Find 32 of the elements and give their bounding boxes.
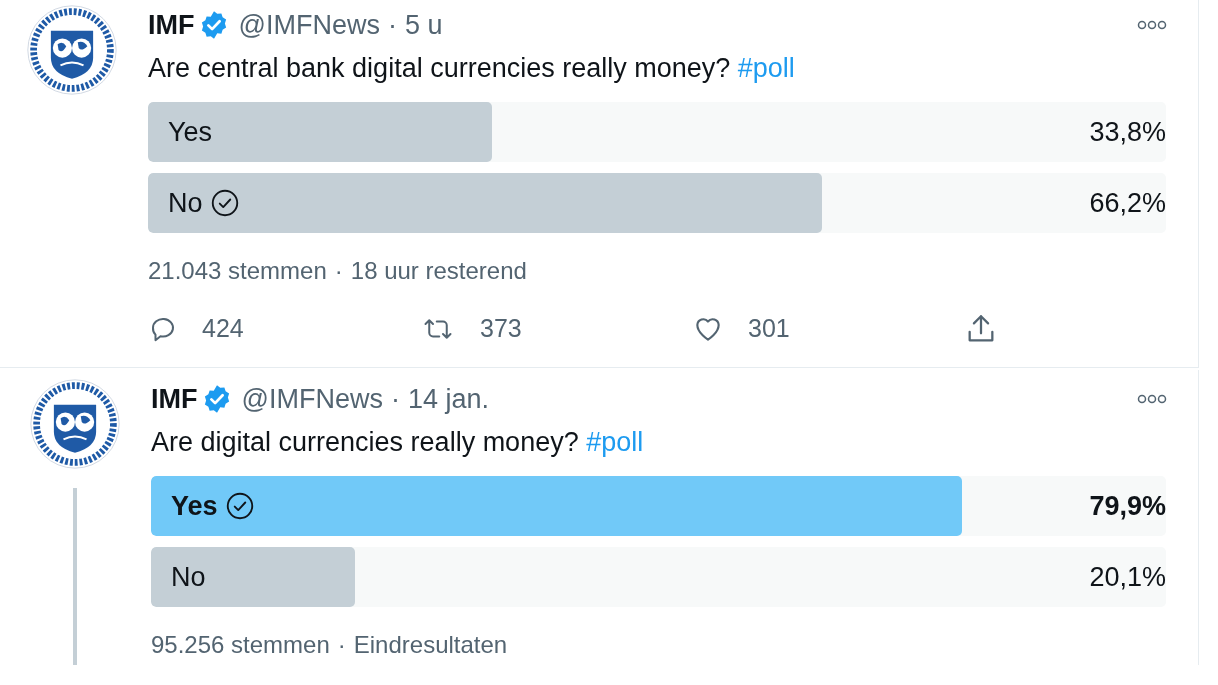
separator-dot: · [387,8,397,42]
account-handle[interactable]: @IMFNews [238,4,380,46]
separator-dot: · [390,382,400,416]
poll-option-label: No [168,186,203,220]
action-count: 424 [202,313,244,345]
vote-count: 95.256 stemmen [151,630,330,660]
poll-percentage: 33,8% [1089,115,1166,149]
account-name[interactable]: IMF [148,4,195,46]
poll-status: 18 uur resterend [350,256,527,286]
tweet-text: Are digital currencies really money? #poll [151,426,645,459]
account-handle[interactable]: @IMFNews [241,378,383,420]
tweet-time[interactable]: 14 jan. [407,378,489,420]
action-count: 373 [480,313,522,345]
check-circle-icon [225,492,254,520]
account-name[interactable]: IMF [151,378,198,420]
poll-option-label: No [171,560,206,594]
separator-dot: · [334,256,343,286]
poll-option-label: Yes [168,115,213,149]
poll-percentage: 79,9% [1089,489,1166,523]
separator-dot: · [337,630,346,660]
check-circle-icon [210,189,239,217]
avatar-emblem-icon [27,376,123,472]
poll-option-label: Yes [171,489,218,523]
more-options-icon[interactable] [1136,394,1168,404]
poll-percentage: 66,2% [1089,186,1166,220]
more-options-icon[interactable] [1136,20,1168,30]
tweet-text: Are central bank digital currencies really money? #poll [148,52,796,85]
poll-status: Eindresultaten [353,630,508,660]
poll-percentage: 20,1% [1089,560,1166,594]
tweet-time[interactable]: 5 u [404,4,443,46]
vote-count: 21.043 stemmen [148,256,327,286]
action-count: 301 [748,313,790,345]
